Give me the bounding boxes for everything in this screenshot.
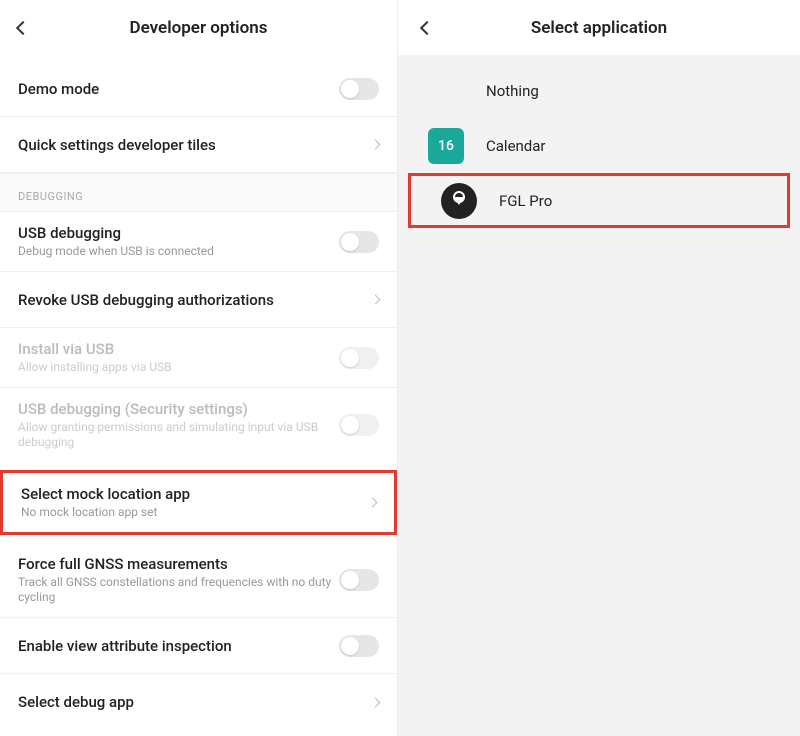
developer-options-screen: Developer options Demo mode Quick settin…: [0, 0, 398, 736]
mock-location-sub: No mock location app set: [21, 505, 363, 520]
app-list: Nothing 16 Calendar FGL Pro: [398, 55, 800, 736]
chevron-right-icon: [371, 140, 381, 150]
app-nothing-row[interactable]: Nothing: [398, 63, 800, 118]
app-nothing-label: Nothing: [486, 82, 539, 100]
gnss-row[interactable]: Force full GNSS measurements Track all G…: [0, 543, 397, 618]
header-bar: Developer options: [0, 0, 397, 55]
quick-tiles-row[interactable]: Quick settings developer tiles: [0, 117, 397, 173]
select-application-screen: Select application Nothing 16 Calendar F…: [398, 0, 800, 736]
revoke-auth-row[interactable]: Revoke USB debugging authorizations: [0, 272, 397, 328]
mock-location-row[interactable]: Select mock location app No mock locatio…: [0, 470, 397, 535]
page-title: Developer options: [18, 18, 379, 38]
install-usb-toggle: [339, 347, 379, 369]
mock-location-label: Select mock location app: [21, 485, 363, 503]
chevron-right-icon: [371, 295, 381, 305]
usb-security-toggle: [339, 414, 379, 436]
app-fgl-row[interactable]: FGL Pro: [408, 173, 790, 228]
demo-mode-row[interactable]: Demo mode: [0, 61, 397, 117]
usb-debugging-sub: Debug mode when USB is connected: [18, 244, 339, 259]
gnss-toggle[interactable]: [339, 569, 379, 591]
view-attr-row[interactable]: Enable view attribute inspection: [0, 618, 397, 674]
back-icon[interactable]: [420, 20, 434, 34]
install-usb-sub: Allow installing apps via USB: [18, 360, 339, 375]
settings-list: Demo mode Quick settings developer tiles…: [0, 55, 397, 730]
install-usb-row: Install via USB Allow installing apps vi…: [0, 328, 397, 388]
debugging-section-label: DEBUGGING: [0, 173, 397, 212]
usb-debugging-toggle[interactable]: [339, 231, 379, 253]
quick-tiles-label: Quick settings developer tiles: [18, 136, 366, 154]
demo-mode-label: Demo mode: [18, 80, 339, 98]
debug-app-label: Select debug app: [18, 693, 366, 711]
usb-security-sub: Allow granting permissions and simulatin…: [18, 420, 339, 450]
usb-security-label: USB debugging (Security settings): [18, 400, 339, 418]
install-usb-label: Install via USB: [18, 340, 339, 358]
gnss-label: Force full GNSS measurements: [18, 555, 339, 573]
chevron-right-icon: [371, 697, 381, 707]
view-attr-toggle[interactable]: [339, 635, 379, 657]
view-attr-label: Enable view attribute inspection: [18, 637, 339, 655]
page-title: Select application: [531, 18, 667, 38]
usb-debugging-row[interactable]: USB debugging Debug mode when USB is con…: [0, 212, 397, 272]
calendar-icon: 16: [428, 128, 464, 164]
demo-mode-toggle[interactable]: [339, 78, 379, 100]
header-bar: Select application: [398, 0, 800, 55]
app-calendar-row[interactable]: 16 Calendar: [398, 118, 800, 173]
app-calendar-label: Calendar: [486, 137, 546, 155]
gnss-sub: Track all GNSS constellations and freque…: [18, 575, 339, 605]
revoke-auth-label: Revoke USB debugging authorizations: [18, 291, 366, 309]
chevron-right-icon: [368, 498, 378, 508]
usb-security-row: USB debugging (Security settings) Allow …: [0, 388, 397, 462]
debug-app-row[interactable]: Select debug app: [0, 674, 397, 730]
location-pin-icon: [441, 183, 477, 219]
usb-debugging-label: USB debugging: [18, 224, 339, 242]
app-fgl-label: FGL Pro: [499, 192, 552, 210]
